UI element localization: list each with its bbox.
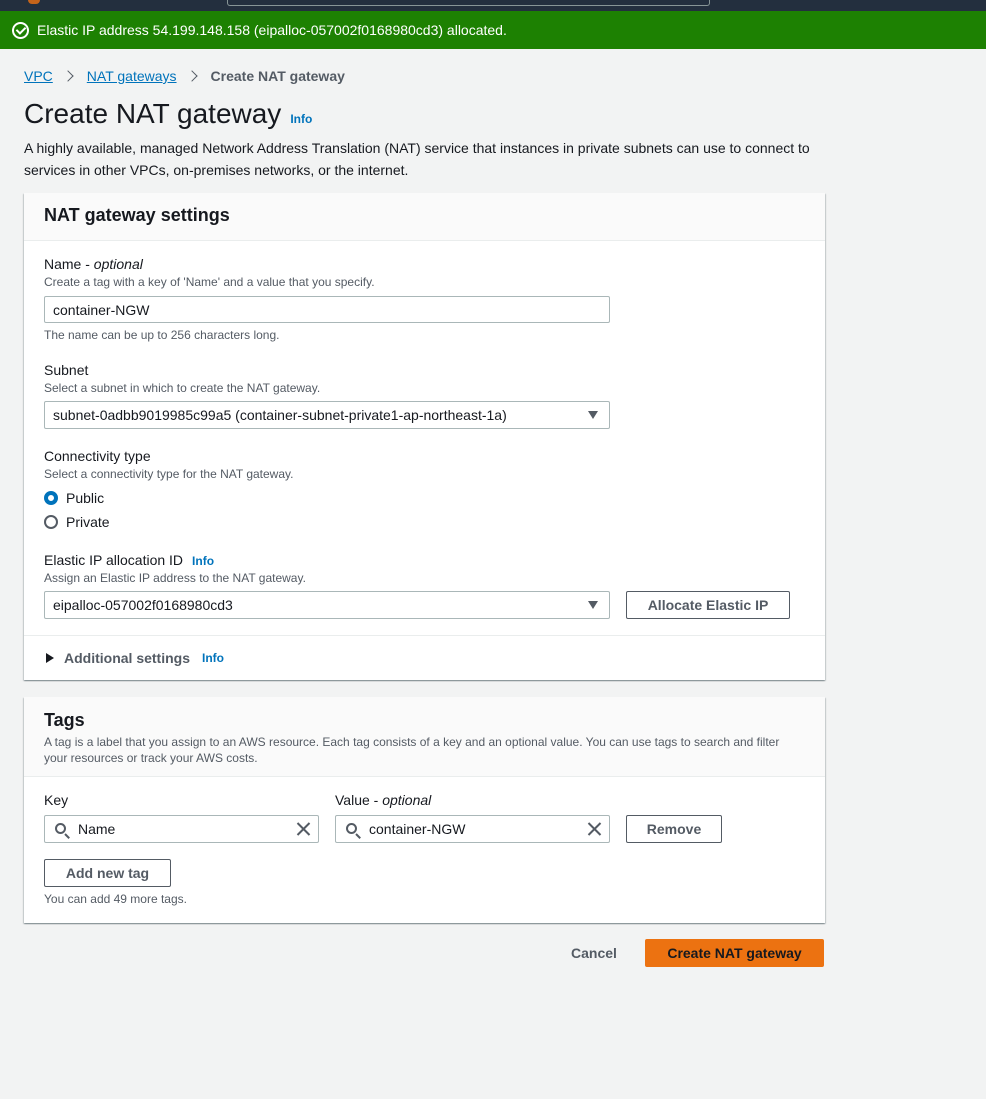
allocate-elastic-ip-button[interactable]: Allocate Elastic IP [626,591,790,619]
search-icon [346,823,357,834]
subnet-field-group: Subnet Select a subnet in which to creat… [44,362,320,395]
breadcrumb: VPC NAT gateways Create NAT gateway [24,66,345,86]
tags-description: A tag is a label that you assign to an A… [44,735,780,765]
optional-label: optional [382,792,432,808]
success-flash-bar: Elastic IP address 54.199.148.158 (eipal… [0,11,986,49]
eip-info-link[interactable]: Info [192,554,214,568]
name-hint: Create a tag with a key of 'Name' and a … [44,275,375,289]
check-circle-icon [12,21,29,39]
page-info-link[interactable]: Info [290,112,312,126]
radio-selected-icon[interactable] [44,491,58,505]
chevron-right-icon [62,70,74,82]
settings-panel-header: NAT gateway settings [24,193,825,241]
caret-down-icon [588,601,598,609]
radio-unselected-icon[interactable] [44,515,58,529]
create-nat-gateway-button[interactable]: Create NAT gateway [645,939,824,967]
additional-info-link[interactable]: Info [202,651,224,665]
breadcrumb-current: Create NAT gateway [210,68,345,84]
remove-tag-button[interactable]: Remove [626,815,722,843]
connectivity-hint: Select a connectivity type for the NAT g… [44,467,294,481]
tag-key-input[interactable]: Name [44,815,319,843]
clear-icon[interactable] [296,822,310,836]
tags-panel-title: Tags [44,710,85,730]
eip-select-value: eipalloc-057002f0168980cd3 [53,597,233,613]
connectivity-field-group: Connectivity type Select a connectivity … [44,448,293,481]
page-description: A highly available, managed Network Addr… [24,140,810,178]
tag-value-value: container-NGW [369,821,466,837]
caret-down-icon [588,411,598,419]
name-field-group: Name - optional Create a tag with a key … [44,256,375,289]
flash-message: Elastic IP address 54.199.148.158 (eipal… [37,22,507,38]
tag-limit-text: You can add 49 more tags. [44,892,187,906]
eip-label: Elastic IP allocation ID [44,552,184,568]
eip-field-group: Elastic IP allocation ID Info Assign an E… [44,552,306,585]
subnet-hint: Select a subnet in which to create the N… [44,381,321,395]
global-search-input[interactable] [227,0,710,6]
subnet-select-value: subnet-0adbb9019985c99a5 (container-subn… [53,407,507,423]
top-nav-bar [0,0,986,11]
tag-key-label: Key [44,792,69,808]
optional-label: optional [93,256,143,272]
page-title-row: Create NAT gateway Info [24,98,312,130]
radio-private-label: Private [66,514,110,530]
breadcrumb-vpc[interactable]: VPC [24,68,53,84]
subnet-select[interactable]: subnet-0adbb9019985c99a5 (container-subn… [44,401,610,429]
tag-key-value: Name [78,821,116,837]
expand-triangle-icon [46,653,54,663]
breadcrumb-nat-gateways[interactable]: NAT gateways [87,68,177,84]
additional-settings-label: Additional settings [64,650,190,666]
tag-value-input[interactable]: container-NGW [335,815,610,843]
aws-logo-icon[interactable] [28,0,40,4]
tags-panel: Tags A tag is a label that you assign to… [24,697,825,923]
cancel-button[interactable]: Cancel [562,939,626,967]
clear-icon[interactable] [587,822,601,836]
settings-panel-title: NAT gateway settings [44,205,230,225]
subnet-label: Subnet [44,362,89,378]
radio-private[interactable]: Private [44,514,110,530]
connectivity-label: Connectivity type [44,448,151,464]
radio-public-label: Public [66,490,105,506]
page-title: Create NAT gateway [24,98,282,129]
additional-settings-toggle[interactable]: Additional settings Info [46,650,224,666]
name-constraint: The name can be up to 256 characters lon… [44,328,280,342]
eip-label-row: Elastic IP allocation ID Info [44,552,306,568]
add-new-tag-button[interactable]: Add new tag [44,859,171,887]
eip-select[interactable]: eipalloc-057002f0168980cd3 [44,591,610,619]
name-input[interactable]: container-NGW [44,296,610,323]
divider [24,635,825,636]
radio-public[interactable]: Public [44,490,104,506]
chevron-right-icon [185,70,198,82]
tag-value-label: Value - optional [335,792,432,808]
name-label: Name - optional [44,256,143,272]
nat-gateway-settings-panel: NAT gateway settings Name - optional Cre… [24,193,825,680]
tags-panel-header: Tags A tag is a label that you assign to… [24,697,825,777]
search-icon [55,823,66,834]
eip-hint: Assign an Elastic IP address to the NAT … [44,571,306,585]
